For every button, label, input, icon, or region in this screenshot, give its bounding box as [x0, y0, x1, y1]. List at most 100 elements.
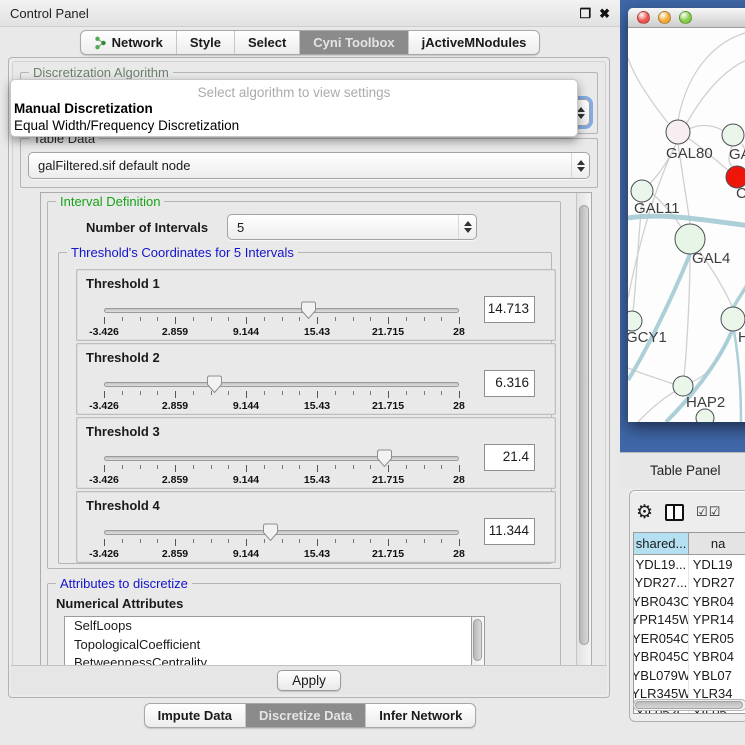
- window-close-button[interactable]: [637, 11, 650, 24]
- float-window-icon[interactable]: ❐: [579, 7, 591, 20]
- network-node[interactable]: [666, 120, 690, 144]
- cell-shared-name: YER054C: [634, 629, 689, 648]
- network-node-label: H: [738, 329, 745, 346]
- tick-label: 9.144: [233, 400, 259, 412]
- network-node[interactable]: [631, 180, 653, 202]
- number-of-intervals-value: 5: [237, 220, 244, 235]
- table-panel-title: Table Panel: [650, 463, 721, 478]
- numerical-attributes-list[interactable]: SelfLoopsTopologicalCoefficientBetweenne…: [64, 616, 472, 668]
- threshold-value-field[interactable]: 11.344: [484, 518, 535, 545]
- network-node[interactable]: [696, 409, 714, 422]
- gear-icon[interactable]: ⚙: [636, 503, 653, 522]
- table-row[interactable]: YBL079WYBL07: [634, 666, 745, 685]
- column-header-name[interactable]: na: [689, 533, 745, 554]
- network-node[interactable]: [722, 124, 744, 146]
- interval-definition-group: Interval Definition Number of Intervals …: [47, 201, 561, 569]
- combo-stepper-icon[interactable]: [458, 215, 476, 239]
- thresholds-group-title: Threshold's Coordinates for 5 Intervals: [67, 245, 298, 260]
- split-columns-icon[interactable]: [665, 504, 684, 521]
- cell-name: YDR27: [689, 574, 745, 593]
- tick-label: -3.426: [89, 400, 119, 412]
- tab-infer-network[interactable]: Infer Network: [365, 704, 475, 727]
- tab-select[interactable]: Select: [234, 31, 299, 54]
- table-data-combobox[interactable]: galFiltered.sif default node: [28, 152, 590, 179]
- algorithm-dropdown-popup: Select algorithm to view settings Manual…: [10, 79, 578, 137]
- tick-label: 2.859: [162, 474, 188, 486]
- cell-name: YER05: [689, 629, 745, 648]
- tick-label: 9.144: [233, 474, 259, 486]
- threshold-value-field[interactable]: 6.316: [484, 370, 535, 397]
- table-row[interactable]: YDR27...YDR27: [634, 574, 745, 593]
- threshold-value-field[interactable]: 21.4: [484, 444, 535, 471]
- attributes-list-scrollbar[interactable]: [472, 616, 485, 668]
- tab-impute-data[interactable]: Impute Data: [145, 704, 245, 727]
- table-panel-bar: Table Panel: [620, 452, 745, 488]
- threshold-value-field[interactable]: 14.713: [484, 296, 535, 323]
- threshold-row: Threshold 1-3.4262.8599.14415.4321.71528…: [76, 269, 556, 341]
- network-node-label: GAL11: [634, 200, 680, 217]
- threshold-slider-track[interactable]: [104, 456, 459, 461]
- settings-vertical-scrollbar[interactable]: [576, 193, 591, 667]
- combo-stepper-icon[interactable]: [571, 153, 589, 178]
- tick-label: 28: [453, 548, 465, 560]
- tab-style[interactable]: Style: [176, 31, 234, 54]
- network-node-label: C: [736, 185, 745, 202]
- tab-network[interactable]: Network: [81, 31, 176, 54]
- thresholds-group: Threshold's Coordinates for 5 Intervals …: [58, 252, 552, 564]
- table-row[interactable]: YBR043CYBR04: [634, 592, 745, 611]
- table-horizontal-scrollbar[interactable]: [633, 699, 745, 711]
- table-row[interactable]: YPR145WYPR14: [634, 611, 745, 630]
- algorithm-option[interactable]: Equal Width/Frequency Discretization: [11, 117, 577, 134]
- table-row[interactable]: YDL19...YDL19: [634, 555, 745, 574]
- window-zoom-button[interactable]: [679, 11, 692, 24]
- threshold-slider-track[interactable]: [104, 308, 459, 313]
- cell-name: YBR04: [689, 592, 745, 611]
- threshold-slider-thumb[interactable]: [300, 301, 317, 320]
- bottom-tab-row: Impute DataDiscretize DataInfer Network: [0, 703, 620, 728]
- network-canvas[interactable]: GAL80GACGAL11GAL4GCY1HHAP2: [628, 28, 745, 422]
- tick-label: -3.426: [89, 326, 119, 338]
- threshold-slider-track[interactable]: [104, 530, 459, 535]
- tick-label: 21.715: [372, 326, 404, 338]
- cell-shared-name: YBR043C: [634, 592, 689, 611]
- table-row[interactable]: YER054CYER05: [634, 629, 745, 648]
- node-table: shared... na YDL19...YDL19YDR27...YDR27Y…: [633, 532, 745, 714]
- threshold-slider-thumb[interactable]: [262, 523, 279, 542]
- threshold-slider-thumb[interactable]: [376, 449, 393, 468]
- threshold-label: Threshold 4: [86, 498, 160, 513]
- network-window-titlebar: [628, 8, 745, 28]
- attributes-group: Attributes to discretize Numerical Attri…: [47, 583, 561, 668]
- network-node[interactable]: [721, 307, 745, 331]
- close-panel-icon[interactable]: ✖: [599, 7, 610, 20]
- algorithm-option[interactable]: Manual Discretization: [11, 100, 577, 117]
- tick-label: 28: [453, 400, 465, 412]
- number-of-intervals-combobox[interactable]: 5: [227, 214, 477, 240]
- network-node-label: GAL4: [692, 250, 730, 267]
- cell-name: YPR14: [689, 611, 745, 630]
- network-node[interactable]: [628, 311, 642, 331]
- tick-label: -3.426: [89, 474, 119, 486]
- cell-name: YBL07: [689, 666, 745, 685]
- apply-button[interactable]: Apply: [277, 670, 341, 691]
- threshold-slider-track[interactable]: [104, 382, 459, 387]
- tab-discretize-data[interactable]: Discretize Data: [245, 704, 365, 727]
- network-view-window: GAL80GACGAL11GAL4GCY1HHAP2: [628, 8, 745, 422]
- window-minimize-button[interactable]: [658, 11, 671, 24]
- tab-jactivemnodules[interactable]: jActiveMNodules: [408, 31, 540, 54]
- app-screen: Control Panel ❐ ✖ NetworkStyleSelectCyni…: [0, 0, 745, 745]
- threshold-slider-thumb[interactable]: [206, 375, 223, 394]
- table-row[interactable]: YBR045CYBR04: [634, 648, 745, 667]
- column-header-shared-name[interactable]: shared...: [634, 533, 689, 554]
- discretization-algorithm-title: Discretization Algorithm: [29, 65, 173, 80]
- attribute-item[interactable]: SelfLoops: [65, 617, 471, 636]
- network-node[interactable]: [673, 376, 693, 396]
- control-panel: Control Panel ❐ ✖ NetworkStyleSelectCyni…: [0, 0, 620, 745]
- cell-shared-name: YDR27...: [634, 574, 689, 593]
- tick-label: 15.43: [304, 474, 330, 486]
- attribute-item[interactable]: TopologicalCoefficient: [65, 636, 471, 655]
- select-columns-icon[interactable]: ☑☑: [696, 504, 721, 520]
- tick-label: 28: [453, 326, 465, 338]
- settings-scrollpane: Interval Definition Number of Intervals …: [40, 192, 592, 668]
- network-icon: [94, 36, 107, 50]
- tab-cyni-toolbox[interactable]: Cyni Toolbox: [299, 31, 407, 54]
